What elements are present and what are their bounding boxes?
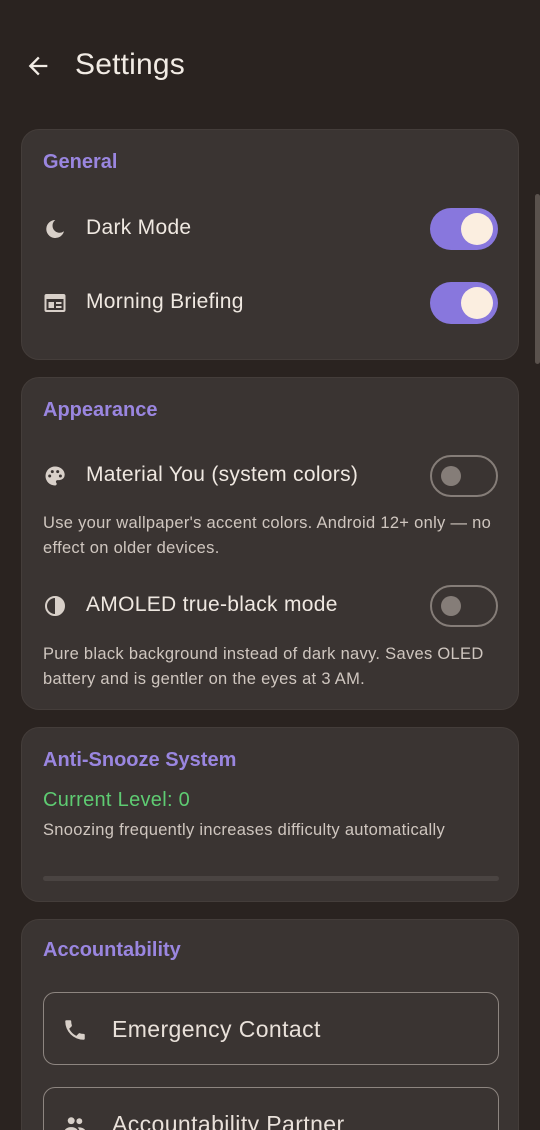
- toggle-knob: [461, 287, 493, 319]
- dark-mode-toggle[interactable]: [430, 208, 498, 250]
- anti-snooze-card: Anti-Snooze System Current Level: 0 Snoo…: [21, 727, 519, 902]
- emergency-contact-label: Emergency Contact: [112, 1016, 321, 1042]
- back-button[interactable]: [18, 46, 58, 86]
- people-icon: [64, 1117, 86, 1130]
- current-level: Current Level: 0: [43, 789, 191, 811]
- newspaper-icon: [44, 294, 66, 312]
- toggle-knob: [441, 466, 461, 486]
- material-you-row: Material You (system colors): [22, 454, 520, 498]
- dark-mode-row: Dark Mode: [22, 207, 520, 251]
- dark-mode-label: Dark Mode: [86, 216, 192, 239]
- page-title: Settings: [75, 48, 185, 81]
- amoled-toggle[interactable]: [430, 585, 498, 627]
- amoled-description: Pure black background instead of dark na…: [43, 645, 484, 688]
- morning-briefing-label: Morning Briefing: [86, 290, 244, 313]
- contrast-icon: [45, 596, 65, 616]
- phone-icon: [65, 1020, 85, 1040]
- morning-briefing-row: Morning Briefing: [22, 281, 520, 325]
- snooze-progress-bar: [43, 876, 499, 881]
- arrow-left-icon: [28, 56, 48, 76]
- palette-icon: [45, 466, 65, 486]
- amoled-row: AMOLED true-black mode: [22, 584, 520, 628]
- material-you-description: Use your wallpaper's accent colors. Andr…: [43, 514, 492, 557]
- toggle-knob: [441, 596, 461, 616]
- appearance-section-title: Appearance: [43, 399, 158, 421]
- emergency-contact-button[interactable]: Emergency Contact: [43, 992, 499, 1065]
- anti-snooze-description: Snoozing frequently increases difficulty…: [43, 821, 446, 839]
- accountability-partner-label: Accountability Partner: [112, 1111, 345, 1130]
- morning-briefing-toggle[interactable]: [430, 282, 498, 324]
- scrollbar[interactable]: [535, 194, 540, 364]
- accountability-card: Accountability Emergency Contact Account…: [21, 919, 519, 1130]
- accountability-partner-button[interactable]: Accountability Partner: [43, 1087, 499, 1130]
- anti-snooze-section-title: Anti-Snooze System: [43, 749, 237, 771]
- top-app-bar: Settings: [0, 34, 540, 98]
- moon-icon: [46, 220, 64, 238]
- accountability-section-title: Accountability: [43, 939, 181, 961]
- general-section-title: General: [43, 151, 118, 173]
- material-you-toggle[interactable]: [430, 455, 498, 497]
- general-card: General Dark Mode Morning Briefing: [21, 129, 519, 360]
- amoled-label: AMOLED true-black mode: [86, 593, 338, 616]
- material-you-label: Material You (system colors): [86, 463, 359, 486]
- appearance-card: Appearance Material You (system colors) …: [21, 377, 519, 710]
- settings-screen: Settings General Dark Mode Morning Brief…: [0, 0, 540, 1130]
- toggle-knob: [461, 213, 493, 245]
